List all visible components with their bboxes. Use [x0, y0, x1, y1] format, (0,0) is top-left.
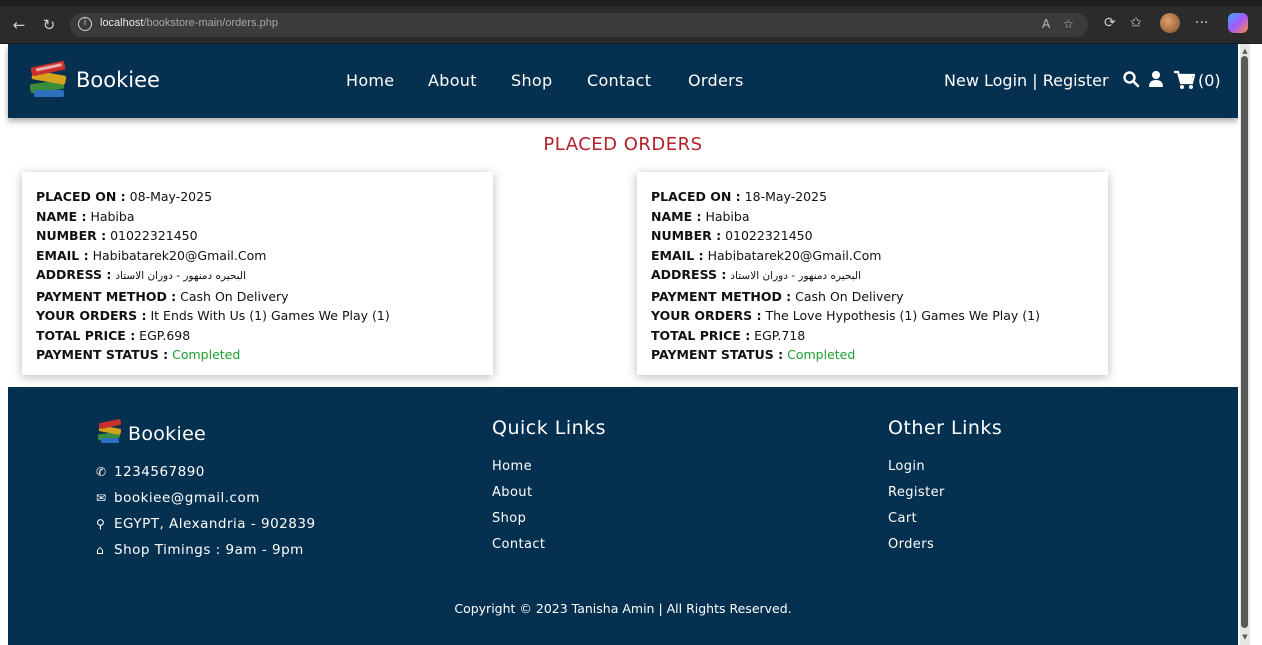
- user-icon[interactable]: [1148, 70, 1164, 88]
- footer-brand-name: Bookiee: [128, 423, 207, 445]
- books-logo-icon[interactable]: [26, 56, 72, 102]
- map-marker-icon: ⚲: [96, 517, 106, 531]
- email-row: EMAIL : Habibatarek20@Gmail.Com: [651, 247, 882, 263]
- search-icon[interactable]: [1122, 70, 1140, 88]
- order-card: PLACED ON : 18-May-2025 NAME : Habiba NU…: [637, 172, 1108, 375]
- placed-on-row: PLACED ON : 08-May-2025: [36, 189, 213, 204]
- footer-link-login[interactable]: Login: [888, 459, 925, 474]
- payment-method-row: PAYMENT METHOD : Cash On Delivery: [651, 288, 904, 304]
- nav-home[interactable]: Home: [346, 71, 394, 90]
- reload-icon[interactable]: ↻: [38, 14, 60, 36]
- copyright-text: Copyright © 2023 Tanisha Amin | All Righ…: [454, 601, 792, 616]
- payment-status-row: PAYMENT STATUS : Completed: [36, 347, 241, 362]
- brand-name[interactable]: Bookiee: [76, 68, 160, 92]
- scrollbar-thumb[interactable]: [1241, 56, 1248, 628]
- address-row: ADDRESS : البحيره دمنهور - دوران الاستاد: [36, 267, 247, 282]
- footer-phone: ✆ 1234567890: [96, 464, 205, 480]
- phone-icon: ✆: [96, 465, 107, 479]
- browser-toolbar: ← ↻ i localhost/bookstore-main/orders.ph…: [0, 0, 1262, 44]
- number-row: NUMBER : 01022321450: [651, 228, 813, 243]
- footer-location: ⚲ EGYPT, Alexandria - 902839: [96, 516, 316, 532]
- page-title: PLACED ORDERS: [543, 134, 703, 155]
- info-icon[interactable]: i: [78, 17, 92, 31]
- more-icon[interactable]: ···: [1195, 14, 1208, 32]
- browser-window: ← ↻ i localhost/bookstore-main/orders.ph…: [0, 0, 1262, 645]
- name-row: NAME : Habiba: [651, 208, 750, 224]
- email-row: EMAIL : Habibatarek20@Gmail.Com: [36, 247, 267, 263]
- extensions-icon[interactable]: ⟳: [1104, 14, 1116, 32]
- footer-link-cart[interactable]: Cart: [888, 511, 917, 526]
- footer-timings: ⌂ Shop Timings : 9am - 9pm: [96, 542, 304, 558]
- footer-link-register[interactable]: Register: [888, 485, 945, 500]
- nav-contact[interactable]: Contact: [587, 71, 651, 90]
- profile-avatar[interactable]: [1160, 13, 1180, 33]
- cart-count[interactable]: (0): [1198, 71, 1221, 90]
- nav-about[interactable]: About: [428, 71, 477, 90]
- envelope-icon: ✉: [96, 491, 107, 505]
- favorite-star-icon[interactable]: ☆: [1063, 17, 1074, 31]
- total-price-row: TOTAL PRICE : EGP.698: [36, 327, 191, 343]
- your-orders-row: YOUR ORDERS : It Ends With Us (1) Games …: [36, 308, 390, 323]
- cart-icon[interactable]: [1173, 70, 1195, 90]
- scroll-down-icon[interactable]: ▼: [1240, 632, 1250, 642]
- books-logo-icon: [97, 419, 122, 443]
- tab-strip: [0, 0, 1262, 6]
- footer-link-orders[interactable]: Orders: [888, 537, 934, 552]
- site-header: Bookiee Home About Shop Contact Orders N…: [8, 44, 1238, 118]
- favorites-icon[interactable]: ✩: [1130, 14, 1142, 32]
- footer-email: ✉ bookiee@gmail.com: [96, 490, 260, 506]
- nav-shop[interactable]: Shop: [511, 71, 552, 90]
- placed-on-row: PLACED ON : 18-May-2025: [651, 189, 828, 204]
- status-badge: Completed: [168, 347, 241, 362]
- payment-status-row: PAYMENT STATUS : Completed: [651, 347, 856, 362]
- read-aloud-icon[interactable]: A: [1042, 17, 1050, 31]
- name-row: NAME : Habiba: [36, 208, 135, 224]
- your-orders-row: YOUR ORDERS : The Love Hypothesis (1) Ga…: [651, 308, 1040, 323]
- url-path: /bookstore-main/orders.php: [143, 17, 278, 29]
- footer-link-home[interactable]: Home: [492, 459, 532, 474]
- login-register-link[interactable]: New Login | Register: [944, 71, 1109, 90]
- nav-orders[interactable]: Orders: [688, 71, 744, 90]
- footer-link-shop[interactable]: Shop: [492, 511, 526, 526]
- scroll-up-icon[interactable]: ▲: [1240, 46, 1250, 56]
- copilot-icon[interactable]: [1228, 13, 1248, 33]
- total-price-row: TOTAL PRICE : EGP.718: [651, 327, 806, 343]
- other-links-heading: Other Links: [888, 417, 1003, 439]
- number-row: NUMBER : 01022321450: [36, 228, 198, 243]
- url-text[interactable]: localhost/bookstore-main/orders.php: [100, 17, 278, 29]
- address-row: ADDRESS : البحيره دمنهور - دوران الاستاد: [651, 267, 862, 282]
- status-badge: Completed: [783, 347, 856, 362]
- store-icon: ⌂: [96, 543, 105, 557]
- url-host: localhost: [100, 17, 144, 29]
- back-icon[interactable]: ←: [8, 14, 30, 36]
- order-card: PLACED ON : 08-May-2025 NAME : Habiba NU…: [22, 172, 493, 375]
- site-footer: Bookiee ✆ 1234567890 ✉ bookiee@gmail.com ⚲…: [8, 387, 1238, 645]
- quick-links-heading: Quick Links: [492, 417, 607, 439]
- payment-method-row: PAYMENT METHOD : Cash On Delivery: [36, 288, 289, 304]
- footer-link-about[interactable]: About: [492, 485, 532, 500]
- footer-link-contact[interactable]: Contact: [492, 537, 545, 552]
- address-bar[interactable]: i localhost/bookstore-main/orders.php A …: [70, 13, 1088, 37]
